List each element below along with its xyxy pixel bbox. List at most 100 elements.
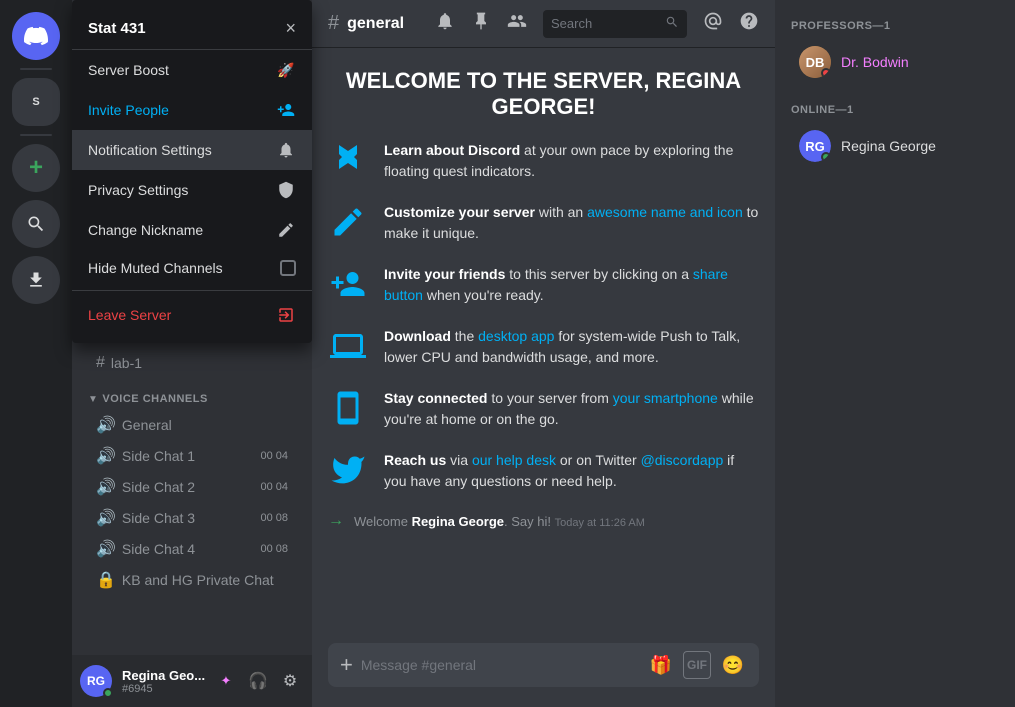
nitro-icon-button[interactable]: ✦ (212, 667, 240, 695)
leave-server-item[interactable]: Leave Server (72, 295, 312, 335)
channel-item-side-chat-3[interactable]: 🔊 Side Chat 3 00 08 (80, 503, 304, 533)
side-chat-4-badge: 00 08 (260, 543, 288, 555)
server-icon-stat431[interactable]: S (12, 78, 60, 126)
member-avatar-regina: RG (799, 130, 831, 162)
speaker-icon-2: 🔊 (96, 446, 116, 466)
lock-icon: 🔒 (96, 570, 116, 590)
member-item-bodwin[interactable]: DB Dr. Bodwin (783, 40, 1007, 84)
add-server-button[interactable]: + (12, 144, 60, 192)
welcome-item-learn: Learn about Discord at your own pace by … (328, 140, 759, 182)
channel-item-side-chat-4[interactable]: 🔊 Side Chat 4 00 08 (80, 534, 304, 564)
message-input-field[interactable] (361, 657, 639, 673)
reach-text: Reach us via our help desk or on Twitter… (384, 450, 759, 492)
change-nickname-label: Change Nickname (88, 222, 203, 238)
username-display: Regina Geo... (122, 668, 208, 683)
hide-muted-checkbox[interactable] (280, 260, 296, 276)
mobile-icon (328, 388, 368, 428)
search-icon (665, 15, 679, 32)
channel-name-side-chat-2: Side Chat 2 (122, 479, 261, 495)
sidebar: Stat 431 × Server Boost 🚀 Invite People … (72, 0, 312, 707)
desktop-app-link[interactable]: desktop app (478, 328, 554, 344)
server-bar: S + (0, 0, 72, 707)
customize-icon (328, 202, 368, 242)
change-nickname-item[interactable]: Change Nickname (72, 210, 312, 250)
member-name-bodwin: Dr. Bodwin (841, 54, 909, 70)
dropdown-close-button[interactable]: × (285, 18, 296, 39)
server-dropdown-menu: Stat 431 × Server Boost 🚀 Invite People … (72, 0, 312, 343)
notifications-icon[interactable] (435, 11, 455, 37)
pencil-icon (276, 220, 296, 240)
speaker-icon: 🔊 (96, 415, 116, 435)
notification-settings-label: Notification Settings (88, 142, 212, 158)
settings-button[interactable]: ⚙ (276, 667, 304, 695)
emoji-button[interactable]: 😊 (719, 651, 747, 679)
invite-text: Invite your friends to this server by cl… (384, 264, 759, 306)
channel-item-general-voice[interactable]: 🔊 General (80, 410, 304, 440)
invite-people-item[interactable]: Invite People (72, 90, 312, 130)
server-bar-divider-2 (20, 134, 52, 136)
top-bar: # general Search (312, 0, 775, 48)
discord-logo[interactable] (12, 12, 60, 60)
top-bar-actions: Search (435, 10, 759, 38)
channel-name-side-chat-3: Side Chat 3 (122, 510, 261, 526)
channel-name-general: General (122, 417, 288, 433)
help-desk-link[interactable]: our help desk (472, 452, 556, 468)
invite-icon (276, 100, 296, 120)
hash-icon: # (96, 354, 105, 372)
voice-section-label: Voice Channels (102, 393, 207, 405)
server-boost-label: Server Boost (88, 62, 169, 78)
speaker-icon-5: 🔊 (96, 539, 116, 559)
channel-hash-icon: # (328, 12, 339, 35)
channel-item-side-chat-1[interactable]: 🔊 Side Chat 1 00 04 (80, 441, 304, 471)
add-attachment-button[interactable]: + (340, 652, 353, 678)
welcome-message-text: Welcome Regina George. Say hi! Today at … (354, 514, 645, 529)
pin-icon[interactable] (471, 11, 491, 37)
privacy-settings-item[interactable]: Privacy Settings (72, 170, 312, 210)
search-bar[interactable]: Search (543, 10, 687, 38)
notification-settings-item[interactable]: Notification Settings (72, 130, 312, 170)
user-panel: RG Regina Geo... #6945 ✦ 🎧 ⚙ (72, 655, 312, 707)
at-mention-icon[interactable] (703, 11, 723, 37)
server-bar-divider (20, 68, 52, 70)
main-content: # general Search (312, 0, 775, 707)
shield-icon (276, 180, 296, 200)
smartphone-link[interactable]: your smartphone (613, 390, 718, 406)
download-text: Download the desktop app for system-wide… (384, 326, 759, 368)
member-item-regina[interactable]: RG Regina George (783, 124, 1007, 168)
member-name-regina: Regina George (841, 138, 936, 154)
headphones-button[interactable]: 🎧 (244, 667, 272, 695)
channel-item-side-chat-2[interactable]: 🔊 Side Chat 2 00 04 (80, 472, 304, 502)
user-status-indicator (103, 688, 113, 698)
hide-muted-channels-item[interactable]: Hide Muted Channels (72, 250, 312, 286)
invite-people-label: Invite People (88, 102, 169, 118)
dropdown-divider (72, 290, 312, 291)
discover-servers-button[interactable] (12, 200, 60, 248)
member-avatar-bodwin: DB (799, 46, 831, 78)
online-section-header: ONLINE—1 (775, 100, 1015, 120)
server-name-title: Stat 431 (88, 20, 146, 37)
side-chat-3-badge: 00 08 (260, 512, 288, 524)
speaker-icon-4: 🔊 (96, 508, 116, 528)
help-icon[interactable] (739, 11, 759, 37)
hide-muted-channels-label: Hide Muted Channels (88, 260, 223, 276)
download-button[interactable] (12, 256, 60, 304)
channel-item-lab1[interactable]: # lab-1 (80, 349, 304, 377)
message-input-bar: + 🎁 GIF 😊 (328, 643, 759, 687)
awesome-name-link[interactable]: awesome name and icon (587, 204, 743, 220)
server-boost-item[interactable]: Server Boost 🚀 (72, 50, 312, 90)
gif-button[interactable]: GIF (683, 651, 711, 679)
gift-button[interactable]: 🎁 (647, 651, 675, 679)
channel-item-private-chat[interactable]: 🔒 KB and HG Private Chat (80, 565, 304, 595)
voice-channels-header[interactable]: ▼ Voice Channels (72, 389, 312, 409)
learn-icon (328, 140, 368, 180)
members-panel: PROFESSORS—1 DB Dr. Bodwin ONLINE—1 RG R… (775, 0, 1015, 707)
bodwin-status (821, 68, 831, 78)
channel-list: # lab-1 ▼ Voice Channels 🔊 General 🔊 Sid… (72, 340, 312, 655)
members-icon[interactable] (507, 11, 527, 37)
voice-section-chevron: ▼ (88, 394, 98, 405)
discord-twitter-link[interactable]: @discordapp (641, 452, 724, 468)
channel-name-private: KB and HG Private Chat (122, 572, 288, 588)
privacy-settings-label: Privacy Settings (88, 182, 188, 198)
channel-name-lab1: lab-1 (111, 355, 288, 371)
invite-friends-icon (328, 264, 368, 304)
